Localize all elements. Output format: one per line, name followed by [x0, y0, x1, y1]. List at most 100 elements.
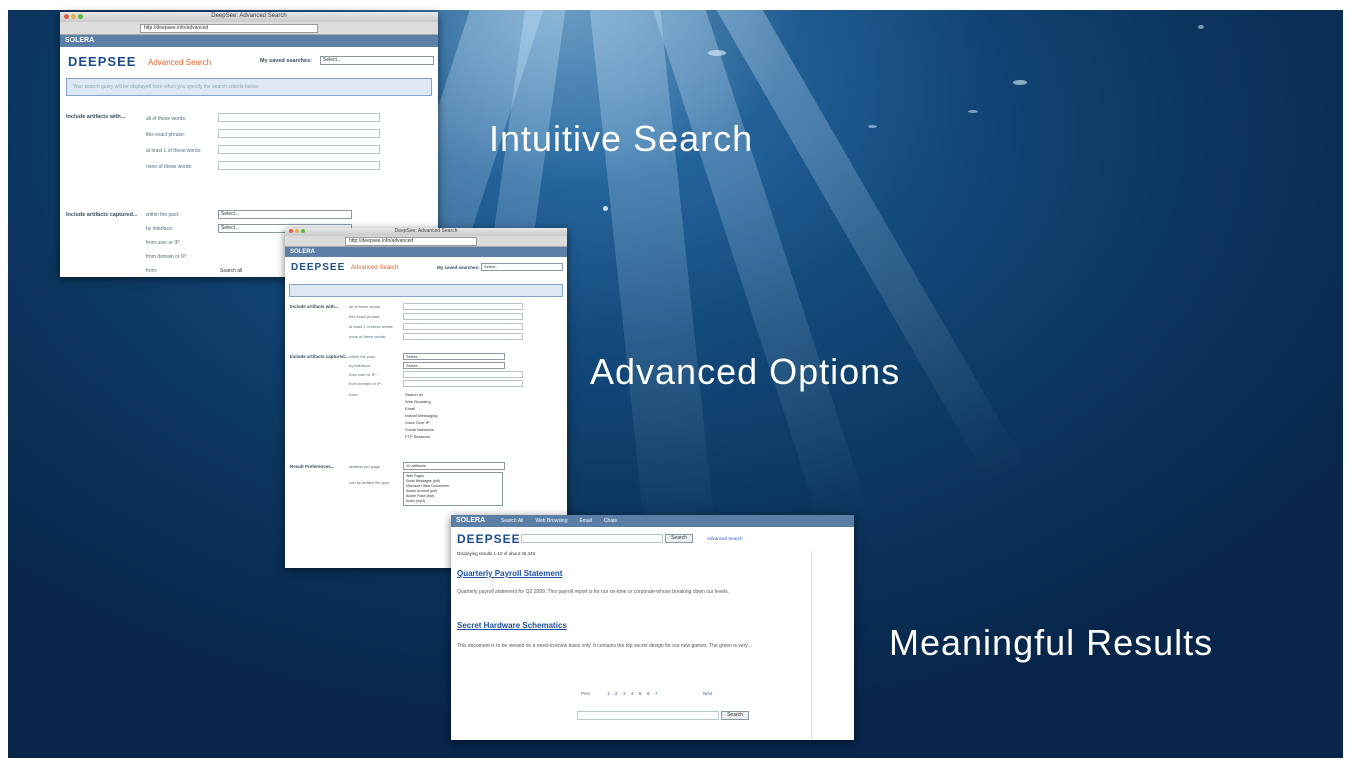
search-button[interactable]: Search — [665, 534, 693, 543]
field-label: artifacts per page: — [349, 464, 382, 469]
result-title[interactable]: Quarterly Payroll Statement — [457, 569, 562, 578]
checkbox-item[interactable]: Social Networks — [405, 427, 434, 432]
interface-select[interactable]: Select... — [403, 362, 505, 369]
user-ip-input[interactable] — [403, 371, 523, 378]
any-words-input[interactable] — [218, 145, 380, 154]
page-link[interactable]: 6 — [647, 691, 650, 696]
results-navbar: SOLERA Search All Web Browsing Email Cha… — [451, 515, 854, 527]
checkbox-item[interactable]: Instant Messaging — [405, 413, 437, 418]
none-words-input[interactable] — [218, 161, 380, 170]
query-preview: Your search query will be displayed here… — [66, 78, 432, 96]
bottom-search-input[interactable] — [577, 711, 719, 720]
field-label: this exact phrase: — [349, 314, 381, 319]
nav-item[interactable]: Search All — [501, 518, 524, 524]
page-title: Advanced Search — [351, 265, 399, 271]
page-link[interactable]: 1 — [607, 691, 610, 696]
none-words-input[interactable] — [403, 333, 523, 340]
list-option[interactable]: Audio (mp3) — [406, 499, 425, 503]
section-include-captured: Include artifacts captured... — [66, 212, 138, 218]
field-label: sort by artifact file type: — [349, 480, 391, 485]
nav-item[interactable]: Chats — [604, 518, 617, 524]
list-option[interactable]: Email Messages (pdf) — [406, 479, 440, 483]
page-link[interactable]: 5 — [639, 691, 642, 696]
field-label: none of these words: — [349, 334, 387, 339]
page-link[interactable]: 7 — [655, 691, 658, 696]
field-label: from domain or IP: — [146, 254, 188, 260]
light-speck — [868, 125, 877, 128]
checkbox-item[interactable]: Web Browsing — [405, 399, 431, 404]
nav-brand[interactable]: SOLERA — [60, 35, 438, 47]
saved-searches-select[interactable]: Select... — [481, 263, 563, 271]
all-words-input[interactable] — [218, 113, 380, 122]
filter-sidebar — [811, 551, 854, 740]
logo[interactable]: DEEPSEE — [68, 54, 136, 69]
exact-phrase-input[interactable] — [218, 129, 380, 138]
saved-searches-select[interactable]: Select... — [320, 56, 434, 65]
exact-phrase-input[interactable] — [403, 313, 523, 320]
field-label: none of these words: — [146, 164, 193, 170]
nav-item[interactable]: Web Browsing — [535, 518, 567, 524]
light-speck — [968, 110, 978, 113]
light-speck — [708, 50, 726, 56]
advanced-search-link[interactable]: Advanced Search — [707, 536, 743, 541]
browser-toolbar: http://deepsee.info/advanced — [285, 236, 567, 247]
field-label: by interface: — [349, 363, 371, 368]
query-hint: Your search query will be displayed here… — [73, 84, 260, 90]
checkbox-item[interactable]: Email — [405, 406, 415, 411]
file-type-listbox[interactable]: Web Pages Email Messages (pdf) Microsoft… — [403, 472, 503, 506]
bottom-search-button[interactable]: Search — [721, 711, 749, 720]
screenshot-meaningful-results: SOLERA Search All Web Browsing Email Cha… — [451, 515, 854, 740]
field-label: by interface: — [146, 226, 174, 232]
list-option[interactable]: Microsoft Office Documents — [406, 484, 449, 488]
section-include-with: Include artifacts with... — [66, 114, 126, 120]
result-snippet: This document is to be viewed on a need-… — [457, 643, 752, 649]
domain-ip-input[interactable] — [403, 380, 523, 387]
field-label: at least 1 of these words: — [146, 148, 202, 154]
window-title: DeepSee: Advanced Search — [211, 13, 287, 19]
field-label: from domain or IP: — [349, 381, 382, 386]
light-speck — [1198, 25, 1204, 29]
light-speck — [1013, 80, 1027, 85]
within-past-select[interactable]: Select... — [403, 353, 505, 360]
logo[interactable]: DEEPSEE — [457, 532, 521, 546]
per-page-select[interactable]: 10 artifacts — [403, 462, 505, 470]
page-link[interactable]: 3 — [623, 691, 626, 696]
field-label: within the past: — [146, 212, 180, 218]
all-words-input[interactable] — [403, 303, 523, 310]
result-snippet: Quarterly payroll statement for Q2 2009.… — [457, 589, 729, 595]
page-link[interactable]: 2 — [615, 691, 618, 696]
nav-brand[interactable]: SOLERA — [456, 517, 485, 524]
result-title[interactable]: Secret Hardware Schematics — [457, 621, 567, 630]
saved-searches-label: My saved searches: — [437, 265, 480, 270]
window-title: DeepSee: Advanced Search — [394, 228, 458, 234]
results-summary: Displaying results 1-10 of about 36,349 — [457, 551, 536, 556]
url-bar[interactable]: http://deepsee.info/advanced — [140, 24, 318, 33]
list-option[interactable]: Adobe Acrobat (pdf) — [406, 489, 437, 493]
field-label: within the past: — [349, 354, 376, 359]
field-label: from user or IP: — [349, 372, 377, 377]
within-past-select[interactable]: Select... — [218, 210, 352, 219]
browser-toolbar: http://deepsee.info/advanced — [60, 22, 438, 35]
checkbox-item[interactable]: FTP Sessions — [405, 434, 430, 439]
section-include-with: Include artifacts with... — [290, 304, 339, 309]
saved-searches-label: My saved searches: — [260, 58, 312, 64]
page-link[interactable]: 4 — [631, 691, 634, 696]
prev-link[interactable]: Prev — [581, 691, 590, 696]
list-option[interactable]: Web Pages — [406, 474, 424, 478]
any-words-input[interactable] — [403, 323, 523, 330]
next-link[interactable]: Next — [703, 691, 712, 696]
checkbox-item[interactable]: Search all — [405, 392, 423, 397]
field-label: this exact phrase: — [146, 132, 186, 138]
list-option[interactable]: Adobe Flash (swf) — [406, 494, 434, 498]
search-all-radio[interactable]: Search all — [220, 268, 242, 274]
logo[interactable]: DEEPSEE — [291, 262, 345, 273]
url-bar[interactable]: http://deepsee.info/advanced — [345, 237, 477, 246]
field-label: all of these words: — [146, 116, 187, 122]
caption-advanced-options: Advanced Options — [590, 351, 901, 392]
nav-item[interactable]: Email — [579, 518, 592, 524]
nav-brand[interactable]: SOLERA — [285, 247, 567, 257]
field-label: all of these words: — [349, 304, 382, 309]
search-input[interactable] — [521, 534, 663, 543]
field-label: from user or IP: — [146, 240, 181, 246]
checkbox-item[interactable]: Voice Over IP — [405, 420, 429, 425]
